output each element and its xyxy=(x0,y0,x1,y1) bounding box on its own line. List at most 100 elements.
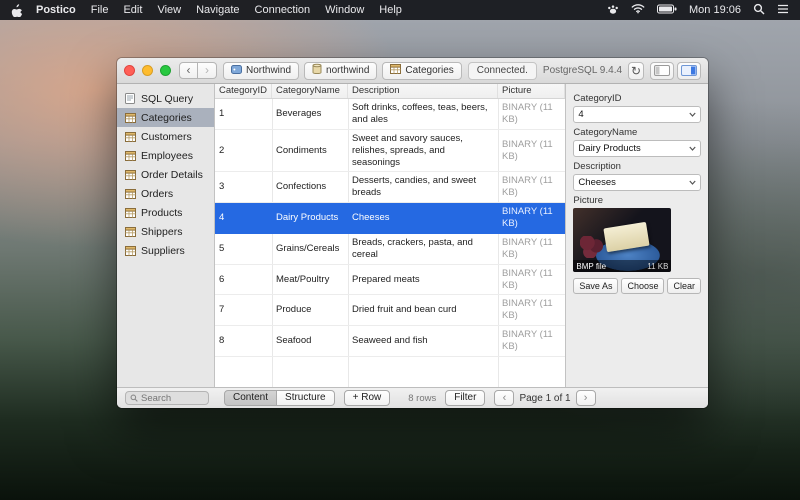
battery-icon[interactable] xyxy=(657,4,677,17)
breadcrumb-northwind[interactable]: Northwind xyxy=(223,62,299,80)
paw-icon[interactable] xyxy=(607,3,619,18)
filter-button[interactable]: Filter xyxy=(445,390,485,406)
sidebar-item-order-details[interactable]: Order Details xyxy=(117,165,214,184)
menu-window[interactable]: Window xyxy=(325,4,364,16)
table-cell[interactable]: 7 xyxy=(215,301,272,319)
sidebar-item-orders[interactable]: Orders xyxy=(117,184,214,203)
table-cell[interactable]: Dairy Products xyxy=(272,209,348,227)
table-cell[interactable]: Meat/Poultry xyxy=(272,271,348,289)
table-cell[interactable]: 6 xyxy=(215,271,272,289)
search-input[interactable] xyxy=(141,393,201,404)
menu-file[interactable]: File xyxy=(91,4,109,16)
column-header-description[interactable]: Description xyxy=(348,84,498,98)
sidebar-item-categories[interactable]: Categories xyxy=(117,108,214,127)
menu-help[interactable]: Help xyxy=(379,4,402,16)
menu-postico[interactable]: Postico xyxy=(36,4,76,16)
table-cell[interactable]: Soft drinks, coffees, teas, beers, and a… xyxy=(348,99,498,129)
table-cell[interactable]: Breads, crackers, pasta, and cereal xyxy=(348,234,498,264)
table-cell[interactable]: BINARY (11 KB) xyxy=(498,234,565,264)
table-cell[interactable]: BINARY (11 KB) xyxy=(498,172,565,202)
save-as-button[interactable]: Save As xyxy=(573,278,618,294)
table-cell[interactable]: BINARY (11 KB) xyxy=(498,203,565,233)
field-combo-categoryname[interactable]: Dairy Products xyxy=(573,140,701,157)
sidebar-item-products[interactable]: Products xyxy=(117,203,214,222)
column-header-categoryid[interactable]: CategoryID xyxy=(215,84,272,98)
table-row[interactable]: 4Dairy ProductsCheesesBINARY (11 KB) xyxy=(215,203,565,234)
clear-button[interactable]: Clear xyxy=(667,278,701,294)
apple-menu-icon[interactable] xyxy=(11,4,22,17)
table-row[interactable]: 5Grains/CerealsBreads, crackers, pasta, … xyxy=(215,234,565,265)
table-cell[interactable]: 3 xyxy=(215,178,272,196)
menu-connection[interactable]: Connection xyxy=(255,4,311,16)
previous-page-button[interactable]: ‹ xyxy=(494,390,514,406)
table-cell[interactable]: 2 xyxy=(215,142,272,160)
column-header-categoryname[interactable]: CategoryName xyxy=(272,84,348,98)
table-row[interactable]: 2CondimentsSweet and savory sauces, reli… xyxy=(215,130,565,173)
table-cell[interactable]: BINARY (11 KB) xyxy=(498,99,565,129)
table-cell[interactable]: BINARY (11 KB) xyxy=(498,136,565,166)
table-cell[interactable]: Grains/Cereals xyxy=(272,240,348,258)
table-cell[interactable]: Dried fruit and bean curd xyxy=(348,301,498,319)
search-icon xyxy=(130,394,138,402)
menu-edit[interactable]: Edit xyxy=(123,4,142,16)
menu-view[interactable]: View xyxy=(157,4,181,16)
sidebar-item-customers[interactable]: Customers xyxy=(117,127,214,146)
table-row[interactable]: 1BeveragesSoft drinks, coffees, teas, be… xyxy=(215,99,565,130)
menu-navigate[interactable]: Navigate xyxy=(196,4,239,16)
zoom-button[interactable] xyxy=(160,65,171,76)
table-cell[interactable]: 8 xyxy=(215,332,272,350)
desktop: Postico File Edit View Navigate Connection Win… xyxy=(0,0,800,500)
column-header-picture[interactable]: Picture xyxy=(498,84,565,98)
picture-thumbnail[interactable]: BMP file 11 KB xyxy=(573,208,671,272)
next-page-button[interactable]: › xyxy=(576,390,596,406)
table-cell[interactable]: Sweet and savory sauces, relishes, sprea… xyxy=(348,130,498,172)
breadcrumb-northwind[interactable]: northwind xyxy=(304,62,377,80)
back-button[interactable]: ‹ xyxy=(179,62,198,79)
notification-center-icon[interactable] xyxy=(777,4,789,17)
table-cell[interactable]: Produce xyxy=(272,301,348,319)
field-combo-description[interactable]: Cheeses xyxy=(573,174,701,191)
tab-content[interactable]: Content xyxy=(224,390,277,406)
table-row[interactable]: 8SeafoodSeaweed and fishBINARY (11 KB) xyxy=(215,326,565,357)
table-cell[interactable]: Cheeses xyxy=(348,209,498,227)
table-cell[interactable]: Confections xyxy=(272,178,348,196)
table-cell[interactable]: Seaweed and fish xyxy=(348,332,498,350)
table-cell[interactable]: Desserts, candies, and sweet breads xyxy=(348,172,498,202)
sidebar-item-employees[interactable]: Employees xyxy=(117,146,214,165)
menu-bar-clock[interactable]: Mon 19:06 xyxy=(689,4,741,16)
table-cell[interactable]: 5 xyxy=(215,240,272,258)
table-cell[interactable]: Seafood xyxy=(272,332,348,350)
table-cell[interactable]: BINARY (11 KB) xyxy=(498,295,565,325)
table-cell[interactable]: Condiments xyxy=(272,142,348,160)
right-panel-toggle-button[interactable] xyxy=(677,62,701,80)
add-row-button[interactable]: + Row xyxy=(344,390,391,406)
refresh-button[interactable]: ↻ xyxy=(628,62,644,80)
table-icon xyxy=(124,227,136,237)
sidebar-item-sql-query[interactable]: SQL Query xyxy=(117,89,214,108)
table-cell[interactable]: Beverages xyxy=(272,105,348,123)
search-field[interactable] xyxy=(125,391,209,405)
forward-button[interactable]: › xyxy=(198,62,217,79)
spotlight-icon[interactable] xyxy=(753,3,765,18)
table-cell[interactable]: BINARY (11 KB) xyxy=(498,326,565,356)
breadcrumb-categories[interactable]: Categories xyxy=(382,62,461,80)
choose-button[interactable]: Choose xyxy=(621,278,664,294)
tab-structure[interactable]: Structure xyxy=(277,390,335,406)
picture-file-type: BMP file xyxy=(576,262,606,271)
table-row[interactable]: 7ProduceDried fruit and bean curdBINARY … xyxy=(215,295,565,326)
wifi-icon[interactable] xyxy=(631,3,645,17)
table-row[interactable]: 6Meat/PoultryPrepared meatsBINARY (11 KB… xyxy=(215,265,565,296)
table-cell[interactable]: Prepared meats xyxy=(348,271,498,289)
table-cell[interactable]: BINARY (11 KB) xyxy=(498,265,565,295)
field-combo-categoryid[interactable]: 4 xyxy=(573,106,701,123)
table-row[interactable]: 3ConfectionsDesserts, candies, and sweet… xyxy=(215,172,565,203)
sidebar-item-suppliers[interactable]: Suppliers xyxy=(117,241,214,260)
table-cell[interactable]: 1 xyxy=(215,105,272,123)
left-panel-toggle-button[interactable] xyxy=(650,62,674,80)
row-count-label: 8 rows xyxy=(408,393,436,404)
close-button[interactable] xyxy=(124,65,135,76)
minimize-button[interactable] xyxy=(142,65,153,76)
field-label-categoryname: CategoryName xyxy=(573,127,701,138)
table-cell[interactable]: 4 xyxy=(215,209,272,227)
sidebar-item-shippers[interactable]: Shippers xyxy=(117,222,214,241)
